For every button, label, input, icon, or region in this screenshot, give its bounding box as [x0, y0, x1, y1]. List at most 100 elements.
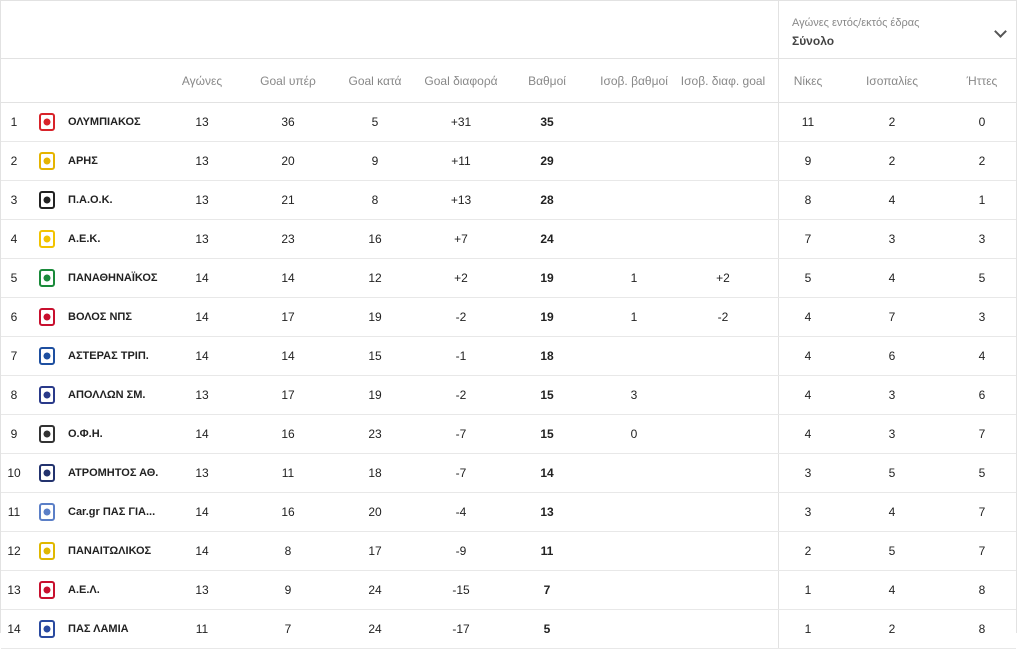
table-row[interactable]: 2 ΑΡΗΣ 13 20 9 +11 29 9 2 2 — [1, 142, 1016, 181]
column-header-goals-for[interactable]: Goal υπέρ — [252, 59, 324, 102]
position: 6 — [10, 310, 18, 324]
draws-value: 5 — [888, 544, 896, 558]
team-name[interactable]: ΒΟΛΟΣ ΝΠΣ — [68, 298, 183, 336]
crest-shape — [39, 503, 55, 521]
table-body: 1 ΟΛΥΜΠΙΑΚΟΣ 13 36 5 +31 35 11 2 0 2 ΑΡΗΣ 13 20 9 +11 29… — [1, 103, 1016, 649]
tie-goal-difference-value — [679, 142, 767, 180]
table-row[interactable]: 7 ΑΣΤΕΡΑΣ ΤΡΙΠ. 14 14 15 -1 18 4 6 4 — [1, 337, 1016, 376]
tie-goal-difference-value — [679, 532, 767, 570]
team-name[interactable]: Α.Ε.Κ. — [68, 220, 183, 258]
table-row[interactable]: 11 Car.gr ΠΑΣ ΓΙΑ... 14 16 20 -4 13 3 4 7 — [1, 493, 1016, 532]
points-value: 29 — [540, 154, 554, 168]
tie-points-value — [594, 142, 674, 180]
column-divider — [778, 493, 779, 531]
column-divider — [778, 532, 779, 570]
losses-value: 8 — [978, 622, 986, 636]
column-divider — [778, 571, 779, 609]
played-value: 11 — [195, 622, 209, 636]
column-header-wins[interactable]: Νίκες — [779, 59, 837, 102]
goal-difference-value: -7 — [455, 466, 467, 480]
team-name[interactable]: Ο.Φ.Η. — [68, 415, 183, 453]
position: 5 — [10, 271, 18, 285]
team-name[interactable]: ΑΣΤΕΡΑΣ ΤΡΙΠ. — [68, 337, 183, 375]
table-row[interactable]: 14 ΠΑΣ ΛΑΜΙΑ 11 7 24 -17 5 1 2 8 — [1, 610, 1016, 649]
points-value: 35 — [540, 115, 554, 129]
table-row[interactable]: 9 Ο.Φ.Η. 14 16 23 -7 15 0 4 3 7 — [1, 415, 1016, 454]
position: 11 — [7, 505, 21, 519]
goals-for-value: 36 — [281, 115, 295, 129]
draws-value: 5 — [888, 466, 896, 480]
wins-value: 4 — [804, 349, 812, 363]
column-header-losses[interactable]: Ήττες — [954, 59, 1010, 102]
table-row[interactable]: 8 ΑΠΟΛΛΩΝ ΣΜ. 13 17 19 -2 15 3 4 3 6 — [1, 376, 1016, 415]
draws-value: 3 — [888, 232, 896, 246]
column-divider — [778, 142, 779, 180]
table-row[interactable]: 6 ΒΟΛΟΣ ΝΠΣ 14 17 19 -2 19 1 -2 4 7 3 — [1, 298, 1016, 337]
goal-difference-value: +13 — [450, 193, 472, 207]
table-row[interactable]: 4 Α.Ε.Κ. 13 23 16 +7 24 7 3 3 — [1, 220, 1016, 259]
tie-points-value — [594, 220, 674, 258]
table-row[interactable]: 3 Π.Α.Ο.Κ. 13 21 8 +13 28 8 4 1 — [1, 181, 1016, 220]
tie-goal-difference-value — [679, 376, 767, 414]
crest-shape — [39, 308, 55, 326]
goal-difference-value: -4 — [455, 505, 467, 519]
tie-points-value — [594, 337, 674, 375]
played-value: 14 — [195, 349, 209, 363]
goals-against-value: 19 — [368, 388, 382, 402]
team-name[interactable]: ΑΤΡΟΜΗΤΟΣ ΑΘ. — [68, 454, 183, 492]
chevron-down-icon[interactable] — [994, 25, 1007, 38]
goal-difference-value: +31 — [450, 115, 472, 129]
goal-difference-value: +11 — [451, 154, 471, 168]
column-header-goals-against[interactable]: Goal κατά — [338, 59, 412, 102]
table-row[interactable]: 12 ΠΑΝΑΙΤΩΛΙΚΟΣ 14 8 17 -9 11 2 5 7 — [1, 532, 1016, 571]
points-value: 13 — [540, 505, 554, 519]
team-name[interactable]: ΑΡΗΣ — [68, 142, 183, 180]
table-row[interactable]: 1 ΟΛΥΜΠΙΑΚΟΣ 13 36 5 +31 35 11 2 0 — [1, 103, 1016, 142]
goals-against-value: 18 — [368, 466, 382, 480]
team-name[interactable]: ΟΛΥΜΠΙΑΚΟΣ — [68, 103, 183, 141]
goals-against-value: 8 — [371, 193, 379, 207]
table-header: Αγώνες Goal υπέρ Goal κατά Goal διαφορά Βαθμ… — [1, 59, 1016, 103]
column-divider — [778, 415, 779, 453]
position: 13 — [7, 583, 21, 597]
losses-value: 4 — [978, 349, 986, 363]
tie-points-value: 3 — [630, 388, 638, 402]
column-header-goal-difference[interactable]: Goal διαφορά — [419, 59, 503, 102]
wins-value: 8 — [804, 193, 812, 207]
draws-value: 7 — [888, 310, 896, 324]
position: 2 — [10, 154, 18, 168]
team-name[interactable]: ΑΠΟΛΛΩΝ ΣΜ. — [68, 376, 183, 414]
team-crest-icon — [37, 532, 57, 570]
team-name[interactable]: ΠΑΣ ΛΑΜΙΑ — [68, 610, 183, 648]
goals-for-value: 17 — [281, 310, 295, 324]
played-value: 13 — [195, 115, 209, 129]
table-top-bar: Αγώνες εντός/εκτός έδρας Σύνολο — [1, 1, 1016, 59]
wins-value: 1 — [804, 622, 812, 636]
column-header-draws[interactable]: Ισοπαλίες — [857, 59, 927, 102]
draws-value: 4 — [888, 583, 896, 597]
team-name[interactable]: Α.Ε.Λ. — [68, 571, 183, 609]
tie-points-value: 1 — [630, 310, 638, 324]
goals-for-value: 16 — [281, 505, 295, 519]
table-row[interactable]: 10 ΑΤΡΟΜΗΤΟΣ ΑΘ. 13 11 18 -7 14 3 5 5 — [1, 454, 1016, 493]
tie-goal-difference-value — [679, 610, 767, 648]
team-name[interactable]: ΠΑΝΑΘΗΝΑΪΚΟΣ — [68, 259, 183, 297]
tie-points-value — [594, 103, 674, 141]
crest-shape — [39, 113, 55, 131]
column-header-played[interactable]: Αγώνες — [167, 59, 237, 102]
tie-points-value — [594, 610, 674, 648]
standings-table: Αγώνες εντός/εκτός έδρας Σύνολο Αγώνες Go… — [0, 0, 1017, 649]
losses-value: 1 — [978, 193, 986, 207]
table-row[interactable]: 13 Α.Ε.Λ. 13 9 24 -15 7 1 4 8 — [1, 571, 1016, 610]
home-away-filter-dropdown[interactable]: Αγώνες εντός/εκτός έδρας Σύνολο — [778, 1, 1017, 58]
column-header-tie-goal-difference[interactable]: Ισοβ. διαφ. goal — [679, 59, 767, 102]
team-name[interactable]: ΠΑΝΑΙΤΩΛΙΚΟΣ — [68, 532, 183, 570]
team-crest-icon — [37, 454, 57, 492]
goals-for-value: 17 — [281, 388, 295, 402]
team-name[interactable]: Car.gr ΠΑΣ ΓΙΑ... — [68, 493, 183, 531]
team-name[interactable]: Π.Α.Ο.Κ. — [68, 181, 183, 219]
column-header-points[interactable]: Βαθμοί — [521, 59, 573, 102]
goals-against-value: 17 — [368, 544, 382, 558]
column-header-tie-points[interactable]: Ισοβ. βαθμοί — [594, 59, 674, 102]
table-row[interactable]: 5 ΠΑΝΑΘΗΝΑΪΚΟΣ 14 14 12 +2 19 1 +2 5 4 5 — [1, 259, 1016, 298]
